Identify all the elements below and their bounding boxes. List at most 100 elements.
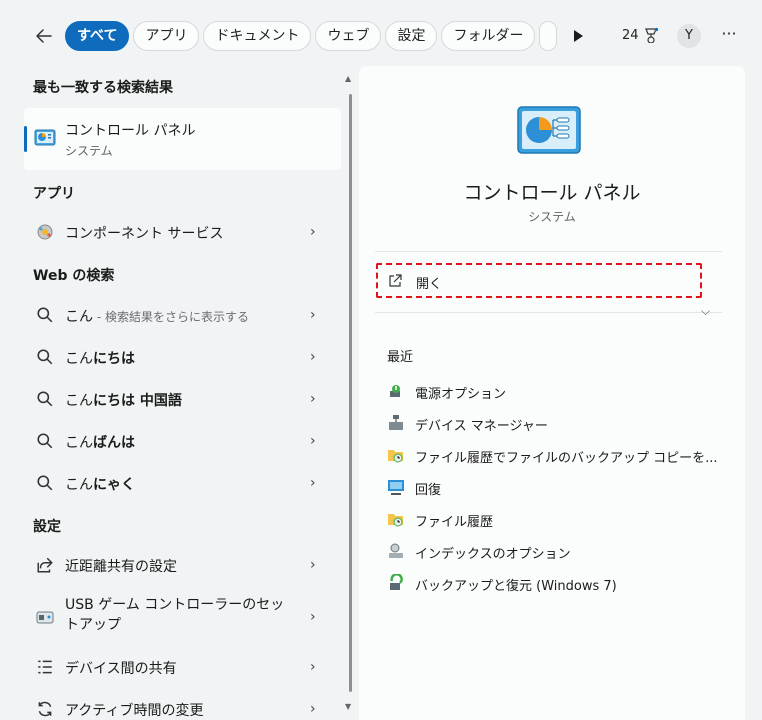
recent-item-label: デバイス マネージャー xyxy=(415,419,548,434)
web-result-label: こんにちは xyxy=(65,348,135,368)
indexing-options-icon xyxy=(389,543,403,558)
list-icon xyxy=(38,660,52,674)
chip-more[interactable] xyxy=(539,21,557,51)
web-result-item[interactable]: こんばんは › xyxy=(24,421,341,461)
recent-item[interactable]: ファイル履歴 xyxy=(383,505,723,533)
suggestion-text: ばんは xyxy=(93,435,135,451)
recent-item[interactable]: ファイル履歴でファイルのバックアップ コピーを... xyxy=(383,441,723,469)
web-result-label: こんにゃく xyxy=(65,474,135,494)
backup-restore-icon xyxy=(390,574,403,590)
recovery-icon xyxy=(388,480,404,495)
search-filter-bar: すべて アプリ ドキュメント ウェブ 設定 フォルダー 24 Y ··· xyxy=(0,0,762,70)
web-result-item[interactable]: こんにゃく › xyxy=(24,463,341,503)
query-text: こん xyxy=(65,477,93,493)
power-options-icon xyxy=(390,385,400,397)
setting-item-label: USB ゲーム コントローラーのセットアップ xyxy=(65,597,285,633)
search-icon xyxy=(37,475,53,491)
chip-web[interactable]: ウェブ xyxy=(315,21,382,51)
divider xyxy=(375,251,722,252)
search-icon xyxy=(37,391,53,407)
search-results-list: 最も一致する検索結果 コントロール パネル システム アプリ コンポーネント サ… xyxy=(0,66,352,720)
more-options-button[interactable]: ··· xyxy=(717,24,741,48)
suggestion-text: にちは 中国語 xyxy=(93,393,182,409)
query-text: こん xyxy=(65,435,93,451)
chevron-right-icon[interactable]: › xyxy=(310,659,316,675)
recent-item-label: バックアップと復元 (Windows 7) xyxy=(415,579,617,594)
selection-indicator xyxy=(24,126,27,152)
component-services-icon xyxy=(37,224,53,240)
share-icon xyxy=(37,557,53,573)
chevron-right-icon[interactable]: › xyxy=(310,224,316,240)
scroll-chips-button[interactable] xyxy=(566,24,590,48)
setting-item-cross-device-sharing[interactable]: デバイス間の共有 › xyxy=(24,647,341,687)
rewards-count: 24 xyxy=(622,27,639,43)
web-result-item[interactable]: こん - 検索結果をさらに表示する › xyxy=(24,295,341,335)
chevron-right-icon[interactable]: › xyxy=(310,557,316,573)
back-button[interactable] xyxy=(28,20,60,52)
chevron-right-icon[interactable]: › xyxy=(310,391,316,407)
chevron-right-icon[interactable]: › xyxy=(310,701,316,717)
search-icon xyxy=(37,307,53,323)
setting-item-active-hours[interactable]: アクティブ時間の変更 › xyxy=(24,689,341,720)
setting-item-nearby-sharing[interactable]: 近距離共有の設定 › xyxy=(24,545,341,585)
file-history-icon xyxy=(388,450,403,463)
recent-item[interactable]: バックアップと復元 (Windows 7) xyxy=(383,569,723,597)
open-action[interactable]: 開く xyxy=(376,263,702,298)
rewards-points[interactable]: 24 xyxy=(622,27,659,43)
preview-subtitle: システム xyxy=(528,210,576,224)
chevron-right-icon[interactable]: › xyxy=(310,433,316,449)
web-result-label: こんにちは 中国語 xyxy=(65,390,182,410)
web-result-item[interactable]: こんにちは 中国語 › xyxy=(24,379,341,419)
chevron-right-icon[interactable]: › xyxy=(310,307,316,323)
app-item-label: コンポーネント サービス xyxy=(65,226,224,242)
setting-item-usb-game-controller[interactable]: USB ゲーム コントローラーのセットアップ › xyxy=(24,589,341,645)
web-result-label: こんばんは xyxy=(65,432,135,452)
preview-title: コントロール パネル xyxy=(463,182,641,204)
scroll-down-arrow[interactable]: ▼ xyxy=(345,702,351,711)
device-manager-icon xyxy=(389,415,403,430)
arrow-left-icon xyxy=(36,29,52,43)
chevron-right-icon[interactable]: › xyxy=(310,609,316,625)
control-panel-icon xyxy=(517,106,581,154)
file-history-icon xyxy=(388,514,403,527)
recent-item-label: ファイル履歴 xyxy=(415,515,494,530)
chip-all[interactable]: すべて xyxy=(65,21,130,51)
setting-item-label: 近距離共有の設定 xyxy=(65,559,177,575)
apps-header: アプリ xyxy=(33,186,75,202)
web-result-item[interactable]: こんにちは › xyxy=(24,337,341,377)
recent-item[interactable]: インデックスのオプション xyxy=(383,537,723,565)
best-match-header: 最も一致する検索結果 xyxy=(33,80,173,96)
game-controller-icon xyxy=(36,611,54,624)
open-external-icon xyxy=(389,274,402,287)
scroll-up-arrow[interactable]: ▲ xyxy=(345,74,351,83)
app-item-component-services[interactable]: コンポーネント サービス › xyxy=(24,212,341,252)
control-panel-icon xyxy=(34,129,56,146)
scrollbar-thumb[interactable] xyxy=(349,94,352,692)
best-match-item[interactable]: コントロール パネル システム xyxy=(24,108,341,170)
divider xyxy=(375,312,722,313)
chip-folders[interactable]: フォルダー xyxy=(441,21,536,51)
avatar[interactable]: Y xyxy=(677,24,701,48)
settings-header: 設定 xyxy=(33,519,61,535)
chip-apps[interactable]: アプリ xyxy=(133,21,200,51)
chevron-down-icon[interactable]: ⌵ xyxy=(701,304,710,319)
recent-item[interactable]: 回復 xyxy=(383,473,723,501)
query-text: こん xyxy=(65,351,93,367)
chip-settings[interactable]: 設定 xyxy=(385,21,438,51)
rewards-icon xyxy=(644,27,658,43)
search-icon xyxy=(37,349,53,365)
recent-item-label: 電源オプション xyxy=(415,387,507,402)
query-text: こん xyxy=(65,309,93,325)
recent-item[interactable]: デバイス マネージャー xyxy=(383,409,723,437)
filter-chips: すべて アプリ ドキュメント ウェブ 設定 フォルダー xyxy=(65,21,557,51)
recent-header: 最近 xyxy=(387,350,414,365)
chip-documents[interactable]: ドキュメント xyxy=(203,21,312,51)
chevron-right-icon[interactable]: › xyxy=(310,475,316,491)
recent-item-label: インデックスのオプション xyxy=(415,547,571,562)
play-icon xyxy=(574,30,583,42)
web-result-label: こん - 検索結果をさらに表示する xyxy=(65,306,249,326)
recent-item-label: ファイル履歴でファイルのバックアップ コピーを... xyxy=(415,451,718,466)
refresh-icon xyxy=(38,701,52,717)
recent-item[interactable]: 電源オプション xyxy=(383,377,723,405)
chevron-right-icon[interactable]: › xyxy=(310,349,316,365)
